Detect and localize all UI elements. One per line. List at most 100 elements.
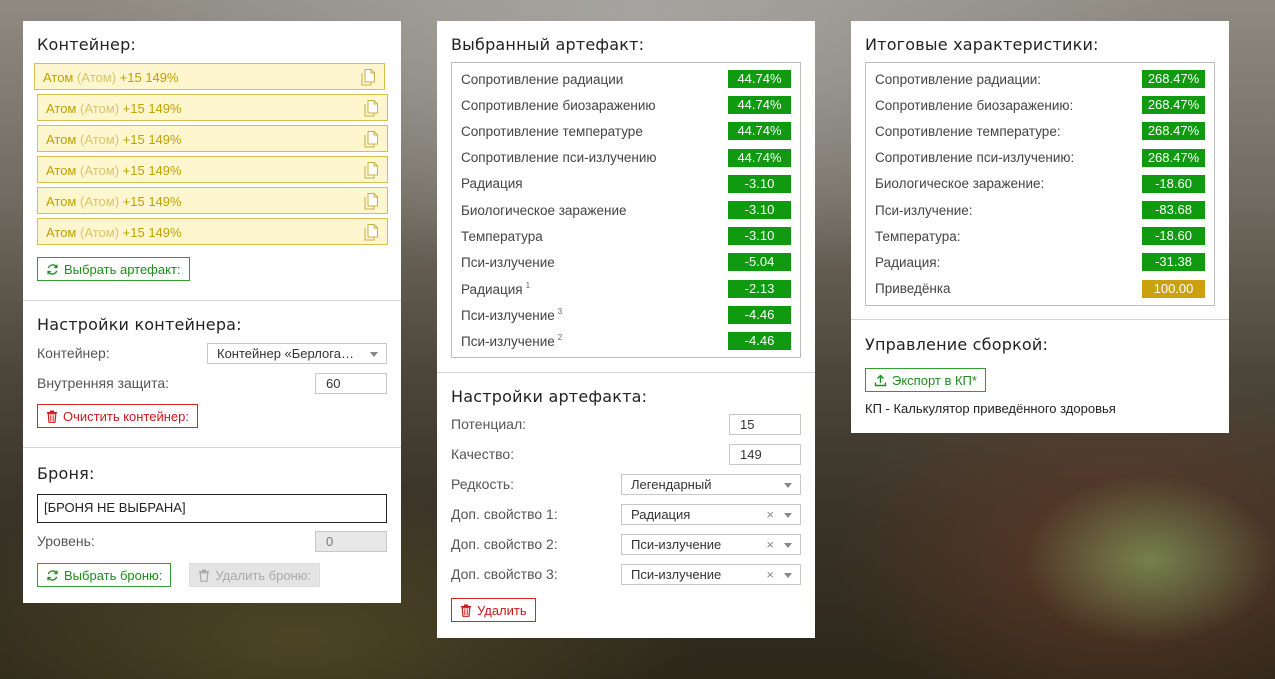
extra3-label: Доп. свойство 3: bbox=[451, 566, 558, 582]
copy-icon[interactable] bbox=[363, 223, 379, 241]
artifact-item[interactable]: Атом (Атом) +15 149% bbox=[34, 63, 385, 90]
stat-label: Пси-излучение 2 bbox=[461, 333, 562, 349]
inner-protection-input[interactable]: 60 bbox=[315, 372, 387, 394]
total-stat-value-badge: 268.47% bbox=[1142, 122, 1205, 141]
remove-armor-button[interactable]: Удалить броню: bbox=[189, 563, 321, 587]
copy-icon[interactable] bbox=[363, 161, 379, 179]
artifact-name: Атом bbox=[46, 132, 77, 147]
stat-value-badge: 44.74% bbox=[728, 122, 791, 141]
stat-label: Сопротивление температуре bbox=[461, 124, 643, 139]
stat-row: Температура -3.10 bbox=[461, 223, 791, 249]
stat-label: Сопротивление радиации bbox=[461, 72, 623, 87]
clear-icon[interactable]: × bbox=[766, 567, 774, 582]
total-stat-label: Сопротивление биозаражению: bbox=[875, 97, 1074, 113]
armor-field[interactable]: [БРОНЯ НЕ ВЫБРАНА] bbox=[37, 494, 387, 523]
extra2-select[interactable]: Пси-излучение × bbox=[621, 533, 801, 555]
totals-panel: Итоговые характеристики: Сопротивление р… bbox=[851, 21, 1229, 433]
artifact-stats: +15 149% bbox=[122, 194, 182, 209]
stat-value-badge: -4.46 bbox=[728, 305, 791, 324]
stat-row: Радиация 1 -2.13 bbox=[461, 276, 791, 302]
artifact-name: Атом bbox=[46, 163, 77, 178]
stat-row: Сопротивление радиации 44.74% bbox=[461, 66, 791, 92]
stat-label-text: Пси-излучение bbox=[461, 333, 555, 349]
artifact-item[interactable]: Атом (Атом) +15 149% bbox=[37, 187, 388, 214]
clear-icon[interactable]: × bbox=[766, 507, 774, 522]
potential-input[interactable]: 15 bbox=[729, 413, 801, 435]
stat-label-text: Радиация bbox=[461, 281, 523, 297]
total-stat-value-badge: 100.00 bbox=[1142, 279, 1205, 298]
rarity-select[interactable]: Легендарный bbox=[621, 473, 801, 495]
extra1-select[interactable]: Радиация × bbox=[621, 503, 801, 525]
remove-armor-label: Удалить броню: bbox=[215, 567, 312, 583]
container-select-value: Контейнер «Берлога… bbox=[217, 345, 354, 361]
artifact-stats: +15 149% bbox=[122, 132, 182, 147]
artifact-item[interactable]: Атом (Атом) +15 149% bbox=[37, 218, 388, 245]
select-artifact-button[interactable]: Выбрать артефакт: bbox=[37, 257, 190, 281]
artifact-name: Атом bbox=[46, 101, 77, 116]
quality-input[interactable]: 149 bbox=[729, 443, 801, 465]
stat-label: Радиация bbox=[461, 176, 523, 191]
container-settings-section: Настройки контейнера: Контейнер: Контейн… bbox=[23, 301, 401, 448]
trash-icon bbox=[199, 569, 210, 582]
artifact-name: Атом bbox=[46, 194, 77, 209]
stat-label-text: Радиация bbox=[461, 176, 523, 192]
delete-artifact-button[interactable]: Удалить bbox=[451, 598, 536, 622]
total-stat-label: Сопротивление пси-излучению: bbox=[875, 150, 1075, 166]
rarity-label: Редкость: bbox=[451, 476, 515, 492]
potential-row: Потенциал: 15 bbox=[451, 409, 801, 439]
total-stat-value-badge: 268.47% bbox=[1142, 96, 1205, 115]
stat-row: Пси-излучение -5.04 bbox=[461, 249, 791, 275]
copy-icon[interactable] bbox=[363, 99, 379, 117]
total-stat-value-badge: -18.60 bbox=[1142, 174, 1205, 193]
selected-artifact-section: Выбранный артефакт: Сопротивление радиац… bbox=[437, 21, 815, 373]
clear-container-label: Очистить контейнер: bbox=[63, 408, 189, 424]
extra2-row: Доп. свойство 2: Пси-излучение × bbox=[451, 529, 801, 559]
artifact-name: Атом bbox=[46, 225, 77, 240]
artifact-list: Атом (Атом) +15 149% Атом (Атом) +15 149%… bbox=[23, 63, 401, 245]
level-label: Уровень: bbox=[37, 533, 95, 549]
total-stat-row: Сопротивление радиации: 268.47% bbox=[875, 66, 1205, 92]
stat-row: Сопротивление биозаражению 44.74% bbox=[461, 92, 791, 118]
stat-label: Пси-излучение bbox=[461, 255, 555, 270]
stat-label: Сопротивление пси-излучению bbox=[461, 150, 656, 165]
select-armor-button[interactable]: Выбрать броню: bbox=[37, 563, 172, 587]
total-stat-row: Радиация: -31.38 bbox=[875, 249, 1205, 275]
delete-artifact-label: Удалить bbox=[477, 602, 527, 618]
extra1-row: Доп. свойство 1: Радиация × bbox=[451, 499, 801, 529]
container-title: Контейнер: bbox=[37, 35, 137, 54]
export-label: Экспорт в КП* bbox=[892, 372, 977, 388]
container-select[interactable]: Контейнер «Берлога… bbox=[207, 342, 387, 364]
level-input[interactable]: 0 bbox=[315, 530, 387, 552]
container-panel: Контейнер: Атом (Атом) +15 149% Атом (Ато… bbox=[23, 21, 401, 603]
selected-artifact-title: Выбранный артефакт: bbox=[451, 35, 645, 54]
artifact-type: (Атом) bbox=[80, 101, 120, 116]
rarity-row: Редкость: Легендарный bbox=[451, 469, 801, 499]
container-section: Контейнер: Атом (Атом) +15 149% Атом (Ато… bbox=[23, 21, 401, 301]
total-stat-label: Сопротивление радиации: bbox=[875, 71, 1042, 87]
artifact-item[interactable]: Атом (Атом) +15 149% bbox=[37, 125, 388, 152]
extra3-select[interactable]: Пси-излучение × bbox=[621, 563, 801, 585]
copy-icon[interactable] bbox=[363, 130, 379, 148]
stat-label: Температура bbox=[461, 229, 543, 244]
trash-icon bbox=[461, 604, 471, 617]
select-armor-label: Выбрать броню: bbox=[64, 567, 163, 583]
stat-row: Сопротивление пси-излучению 44.74% bbox=[461, 145, 791, 171]
clear-icon[interactable]: × bbox=[766, 537, 774, 552]
chevron-down-icon bbox=[784, 542, 792, 548]
total-stat-label: Радиация: bbox=[875, 254, 941, 270]
total-stat-row: Биологическое заражение: -18.60 bbox=[875, 171, 1205, 197]
artifact-type: (Атом) bbox=[80, 225, 120, 240]
total-stat-label: Приведёнка bbox=[875, 281, 951, 297]
export-footnote: КП - Калькулятор приведённого здоровья bbox=[865, 401, 1116, 416]
extra3-value: Пси-излучение bbox=[631, 566, 722, 582]
copy-icon[interactable] bbox=[363, 192, 379, 210]
clear-container-button[interactable]: Очистить контейнер: bbox=[37, 404, 198, 428]
artifact-item[interactable]: Атом (Атом) +15 149% bbox=[37, 156, 388, 183]
stat-row: Биологическое заражение -3.10 bbox=[461, 197, 791, 223]
total-stat-label: Сопротивление температуре: bbox=[875, 123, 1061, 139]
stat-value-badge: -4.46 bbox=[728, 331, 791, 350]
artifact-item[interactable]: Атом (Атом) +15 149% bbox=[37, 94, 388, 121]
stat-label-text: Биологическое заражение bbox=[461, 202, 627, 218]
copy-icon[interactable] bbox=[360, 68, 376, 86]
export-button[interactable]: Экспорт в КП* bbox=[865, 368, 986, 392]
